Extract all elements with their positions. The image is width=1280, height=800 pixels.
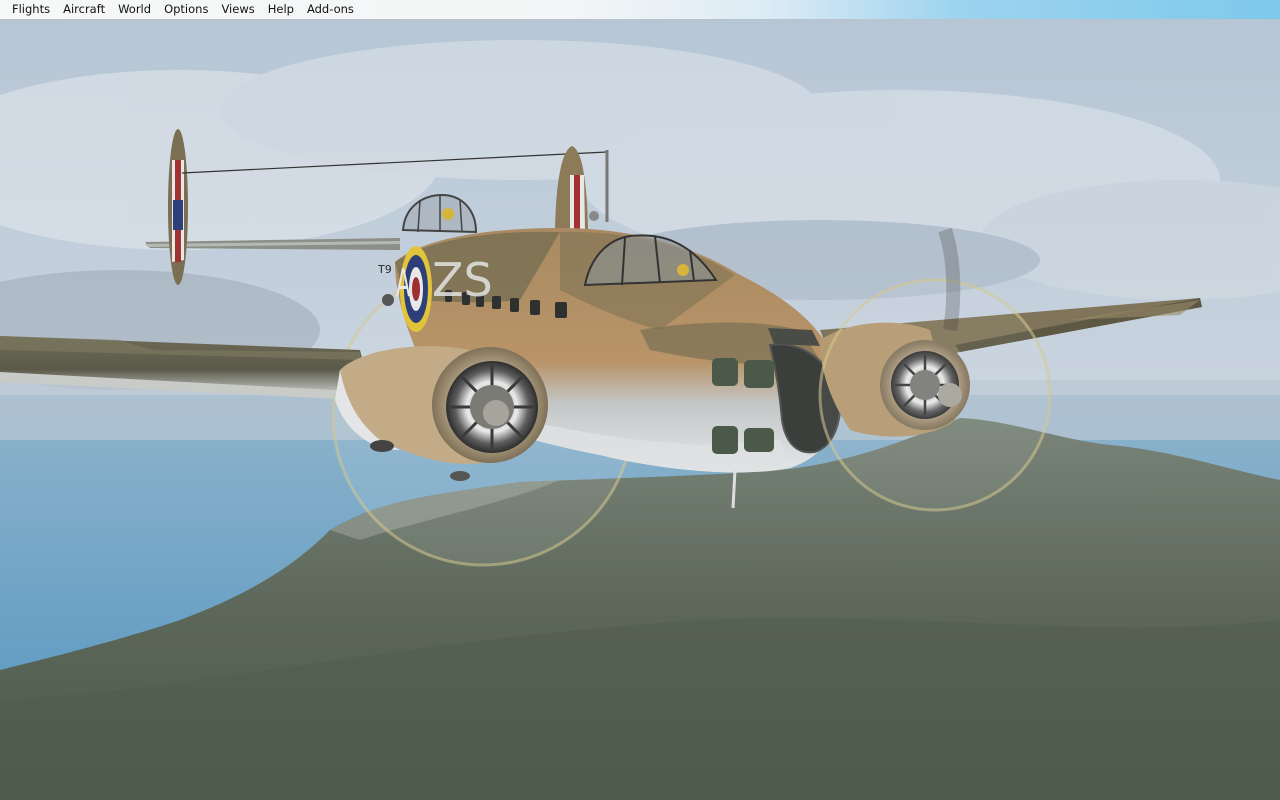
menu-world[interactable]: World xyxy=(112,0,158,19)
menu-bar: Flights Aircraft World Options Views Hel… xyxy=(0,0,1280,20)
right-prop-disc xyxy=(818,278,1052,512)
menu-add-ons[interactable]: Add-ons xyxy=(301,0,361,19)
individual-letter: A xyxy=(396,263,410,306)
aircraft-serial: T9 xyxy=(377,263,392,276)
menu-views[interactable]: Views xyxy=(215,0,261,19)
menu-aircraft[interactable]: Aircraft xyxy=(57,0,112,19)
pitot xyxy=(731,469,737,509)
menu-options[interactable]: Options xyxy=(158,0,215,19)
flight-view[interactable]: A ZS T9 xyxy=(0,20,1280,800)
menu-flights[interactable]: Flights xyxy=(0,0,57,19)
menu-help[interactable]: Help xyxy=(262,0,301,19)
left-prop-spinner xyxy=(483,400,509,426)
squadron-code: ZS xyxy=(432,253,493,307)
